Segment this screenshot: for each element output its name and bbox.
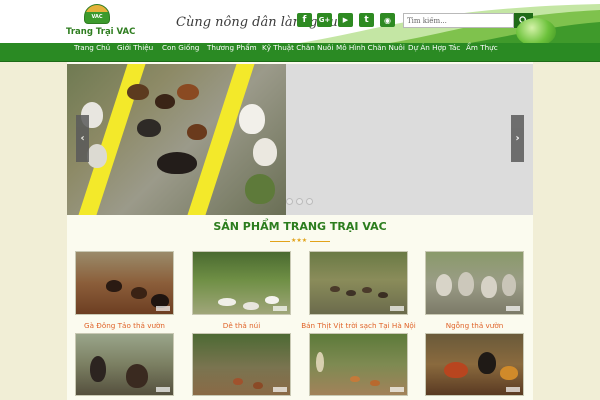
image-watermark bbox=[273, 306, 287, 311]
site-header: VAC Trang Trại VAC Cùng nông dân làm già… bbox=[0, 0, 600, 43]
ornament-line bbox=[310, 240, 330, 242]
google-plus-icon[interactable]: G+ bbox=[317, 13, 332, 27]
chicken-shape bbox=[187, 124, 207, 140]
rooster-shape bbox=[126, 364, 148, 388]
goose-shape bbox=[253, 138, 277, 166]
search-input[interactable] bbox=[403, 13, 514, 28]
rss-icon[interactable]: ◉ bbox=[380, 13, 395, 27]
rooster-shape bbox=[478, 352, 496, 374]
nav-item-home[interactable]: Trang Chủ bbox=[74, 43, 110, 62]
slider-prev-button[interactable]: ‹ bbox=[76, 115, 89, 162]
duck-shape bbox=[346, 290, 356, 296]
chicken-shape bbox=[233, 378, 243, 385]
logo-emblem: VAC bbox=[84, 4, 110, 24]
product-name-wild-duck[interactable]: Bán Thịt Vịt trời sạch Tại Hà Nội bbox=[301, 321, 416, 330]
chicken-shape bbox=[177, 84, 199, 100]
chicken-shape bbox=[370, 380, 380, 386]
rooster-shape bbox=[444, 362, 468, 378]
nav-item-about[interactable]: Giới Thiệu bbox=[117, 43, 153, 62]
image-slider: ‹ › bbox=[67, 64, 533, 215]
goat-shape bbox=[265, 296, 279, 304]
logo-text: Trang Trại VAC bbox=[66, 27, 136, 37]
chicken-shape bbox=[350, 376, 360, 382]
image-watermark bbox=[390, 306, 404, 311]
slider-next-button[interactable]: › bbox=[511, 115, 524, 162]
youtube-icon[interactable]: ▶ bbox=[338, 13, 353, 27]
hen-shape bbox=[500, 366, 518, 380]
ornament-line bbox=[270, 240, 290, 242]
chicken-shape bbox=[253, 382, 263, 389]
duck-shape bbox=[362, 287, 372, 293]
goose-shape bbox=[87, 144, 107, 168]
duck-shape bbox=[378, 292, 388, 298]
nav-item-projects[interactable]: Dự Án Hợp Tác bbox=[408, 43, 460, 62]
product-image-dong-tao-chicken[interactable] bbox=[75, 251, 174, 315]
product-name-dong-tao-chicken[interactable]: Gà Đông Tảo thả vườn bbox=[67, 321, 182, 330]
image-watermark bbox=[273, 387, 287, 392]
chicken-shape bbox=[127, 84, 149, 100]
product-name-goose[interactable]: Ngỗng thả vườn bbox=[417, 321, 532, 330]
image-watermark bbox=[156, 387, 170, 392]
goose-shape bbox=[502, 274, 516, 296]
nav-item-breeds[interactable]: Con Giống bbox=[162, 43, 199, 62]
goat-shape bbox=[218, 298, 236, 306]
title-ornament: ★★★ bbox=[270, 237, 330, 244]
slide-photo-poultry bbox=[67, 64, 286, 215]
image-watermark bbox=[506, 306, 520, 311]
page-background-right bbox=[533, 62, 600, 400]
duck-shape bbox=[330, 286, 340, 292]
decorative-green-ball bbox=[516, 18, 556, 43]
main-nav: Trang Chủ Giới Thiệu Con Giống Thương Ph… bbox=[0, 43, 600, 62]
product-image-row2-3[interactable] bbox=[309, 333, 408, 396]
goose-shape bbox=[239, 104, 265, 134]
logo-emblem-text: VAC bbox=[91, 14, 103, 20]
nav-item-models[interactable]: Mô Hình Chăn Nuôi bbox=[336, 43, 405, 62]
product-image-row2-2[interactable] bbox=[192, 333, 291, 396]
nav-item-techniques[interactable]: Kỹ Thuật Chăn Nuôi bbox=[262, 43, 333, 62]
facebook-icon[interactable]: f bbox=[297, 13, 312, 27]
product-image-wild-duck[interactable] bbox=[309, 251, 408, 315]
products-section-title: SẢN PHẨM TRANG TRẠI VAC bbox=[213, 220, 387, 233]
slider-dot-3[interactable] bbox=[306, 198, 313, 205]
goat-shape bbox=[243, 302, 259, 310]
slider-dot-1[interactable] bbox=[286, 198, 293, 205]
goose-shape bbox=[436, 274, 452, 296]
product-image-row2-1[interactable] bbox=[75, 333, 174, 396]
product-name-goat[interactable]: Dê thả núi bbox=[184, 321, 299, 330]
plant-leaf-shape bbox=[245, 174, 275, 204]
ornament-stars: ★★★ bbox=[291, 237, 308, 244]
nav-item-commercial[interactable]: Thương Phẩm bbox=[207, 43, 257, 62]
image-watermark bbox=[156, 306, 170, 311]
page-background-left bbox=[0, 62, 67, 400]
product-image-goat[interactable] bbox=[192, 251, 291, 315]
image-watermark bbox=[390, 387, 404, 392]
farmer-shape bbox=[316, 352, 324, 372]
twitter-icon[interactable]: t bbox=[359, 13, 374, 27]
goose-shape bbox=[458, 272, 474, 296]
slider-dot-2[interactable] bbox=[296, 198, 303, 205]
goose-shape bbox=[481, 276, 497, 298]
chicken-shape bbox=[155, 94, 175, 109]
rooster-shape bbox=[157, 152, 197, 174]
site-logo[interactable]: VAC Trang Trại VAC bbox=[66, 4, 136, 40]
rooster-shape bbox=[90, 356, 106, 382]
product-image-row2-4[interactable] bbox=[425, 333, 524, 396]
chicken-shape bbox=[131, 287, 147, 299]
chicken-shape bbox=[137, 119, 161, 137]
image-watermark bbox=[506, 387, 520, 392]
nav-item-cuisine[interactable]: Ẩm Thực bbox=[466, 43, 498, 62]
chicken-shape bbox=[106, 280, 122, 292]
product-image-goose[interactable] bbox=[425, 251, 524, 315]
